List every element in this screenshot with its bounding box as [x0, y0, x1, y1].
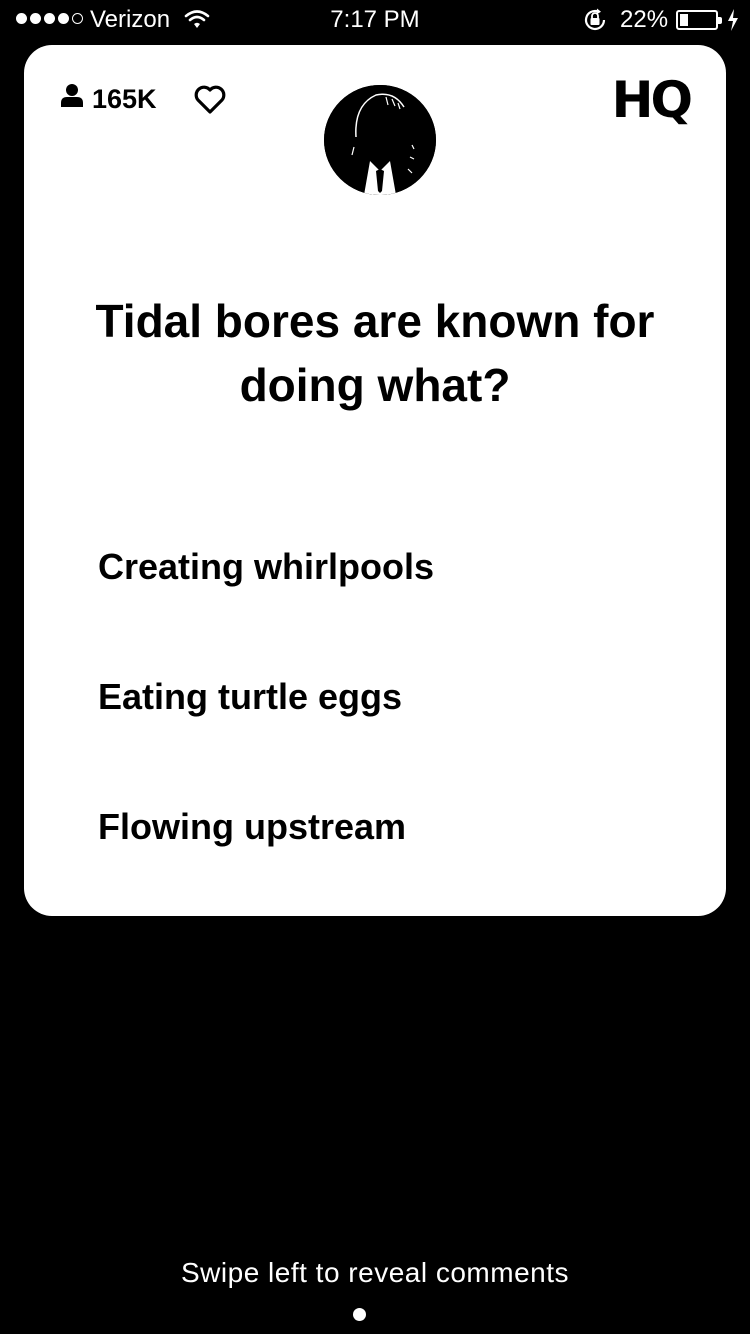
question-card: 165K HQ Tidal bores are known for doing …: [24, 45, 726, 916]
swipe-hint: Swipe left to reveal comments: [181, 1257, 569, 1288]
viewer-count: 165K: [60, 83, 157, 116]
answer-option-2[interactable]: Eating turtle eggs: [98, 675, 402, 719]
page-indicator-dot: [353, 1308, 366, 1321]
charging-bolt-icon: [727, 9, 739, 38]
answer-option-3[interactable]: Flowing upstream: [98, 805, 406, 849]
user-icon: [60, 83, 84, 116]
screen: Verizon 7:17 PM 22% 165K HQ Tidal bores …: [0, 0, 750, 1334]
host-avatar: [324, 85, 436, 195]
heart-icon[interactable]: [194, 85, 226, 120]
battery-percent: 22%: [620, 6, 669, 33]
answer-option-1[interactable]: Creating whirlpools: [98, 545, 434, 589]
viewer-count-label: 165K: [92, 84, 157, 114]
hq-logo: HQ: [611, 71, 693, 129]
status-bar: Verizon 7:17 PM 22%: [0, 0, 750, 40]
battery-icon: [676, 10, 722, 30]
rotation-lock-icon: [582, 8, 608, 39]
question-text: Tidal bores are known for doing what?: [95, 295, 655, 411]
